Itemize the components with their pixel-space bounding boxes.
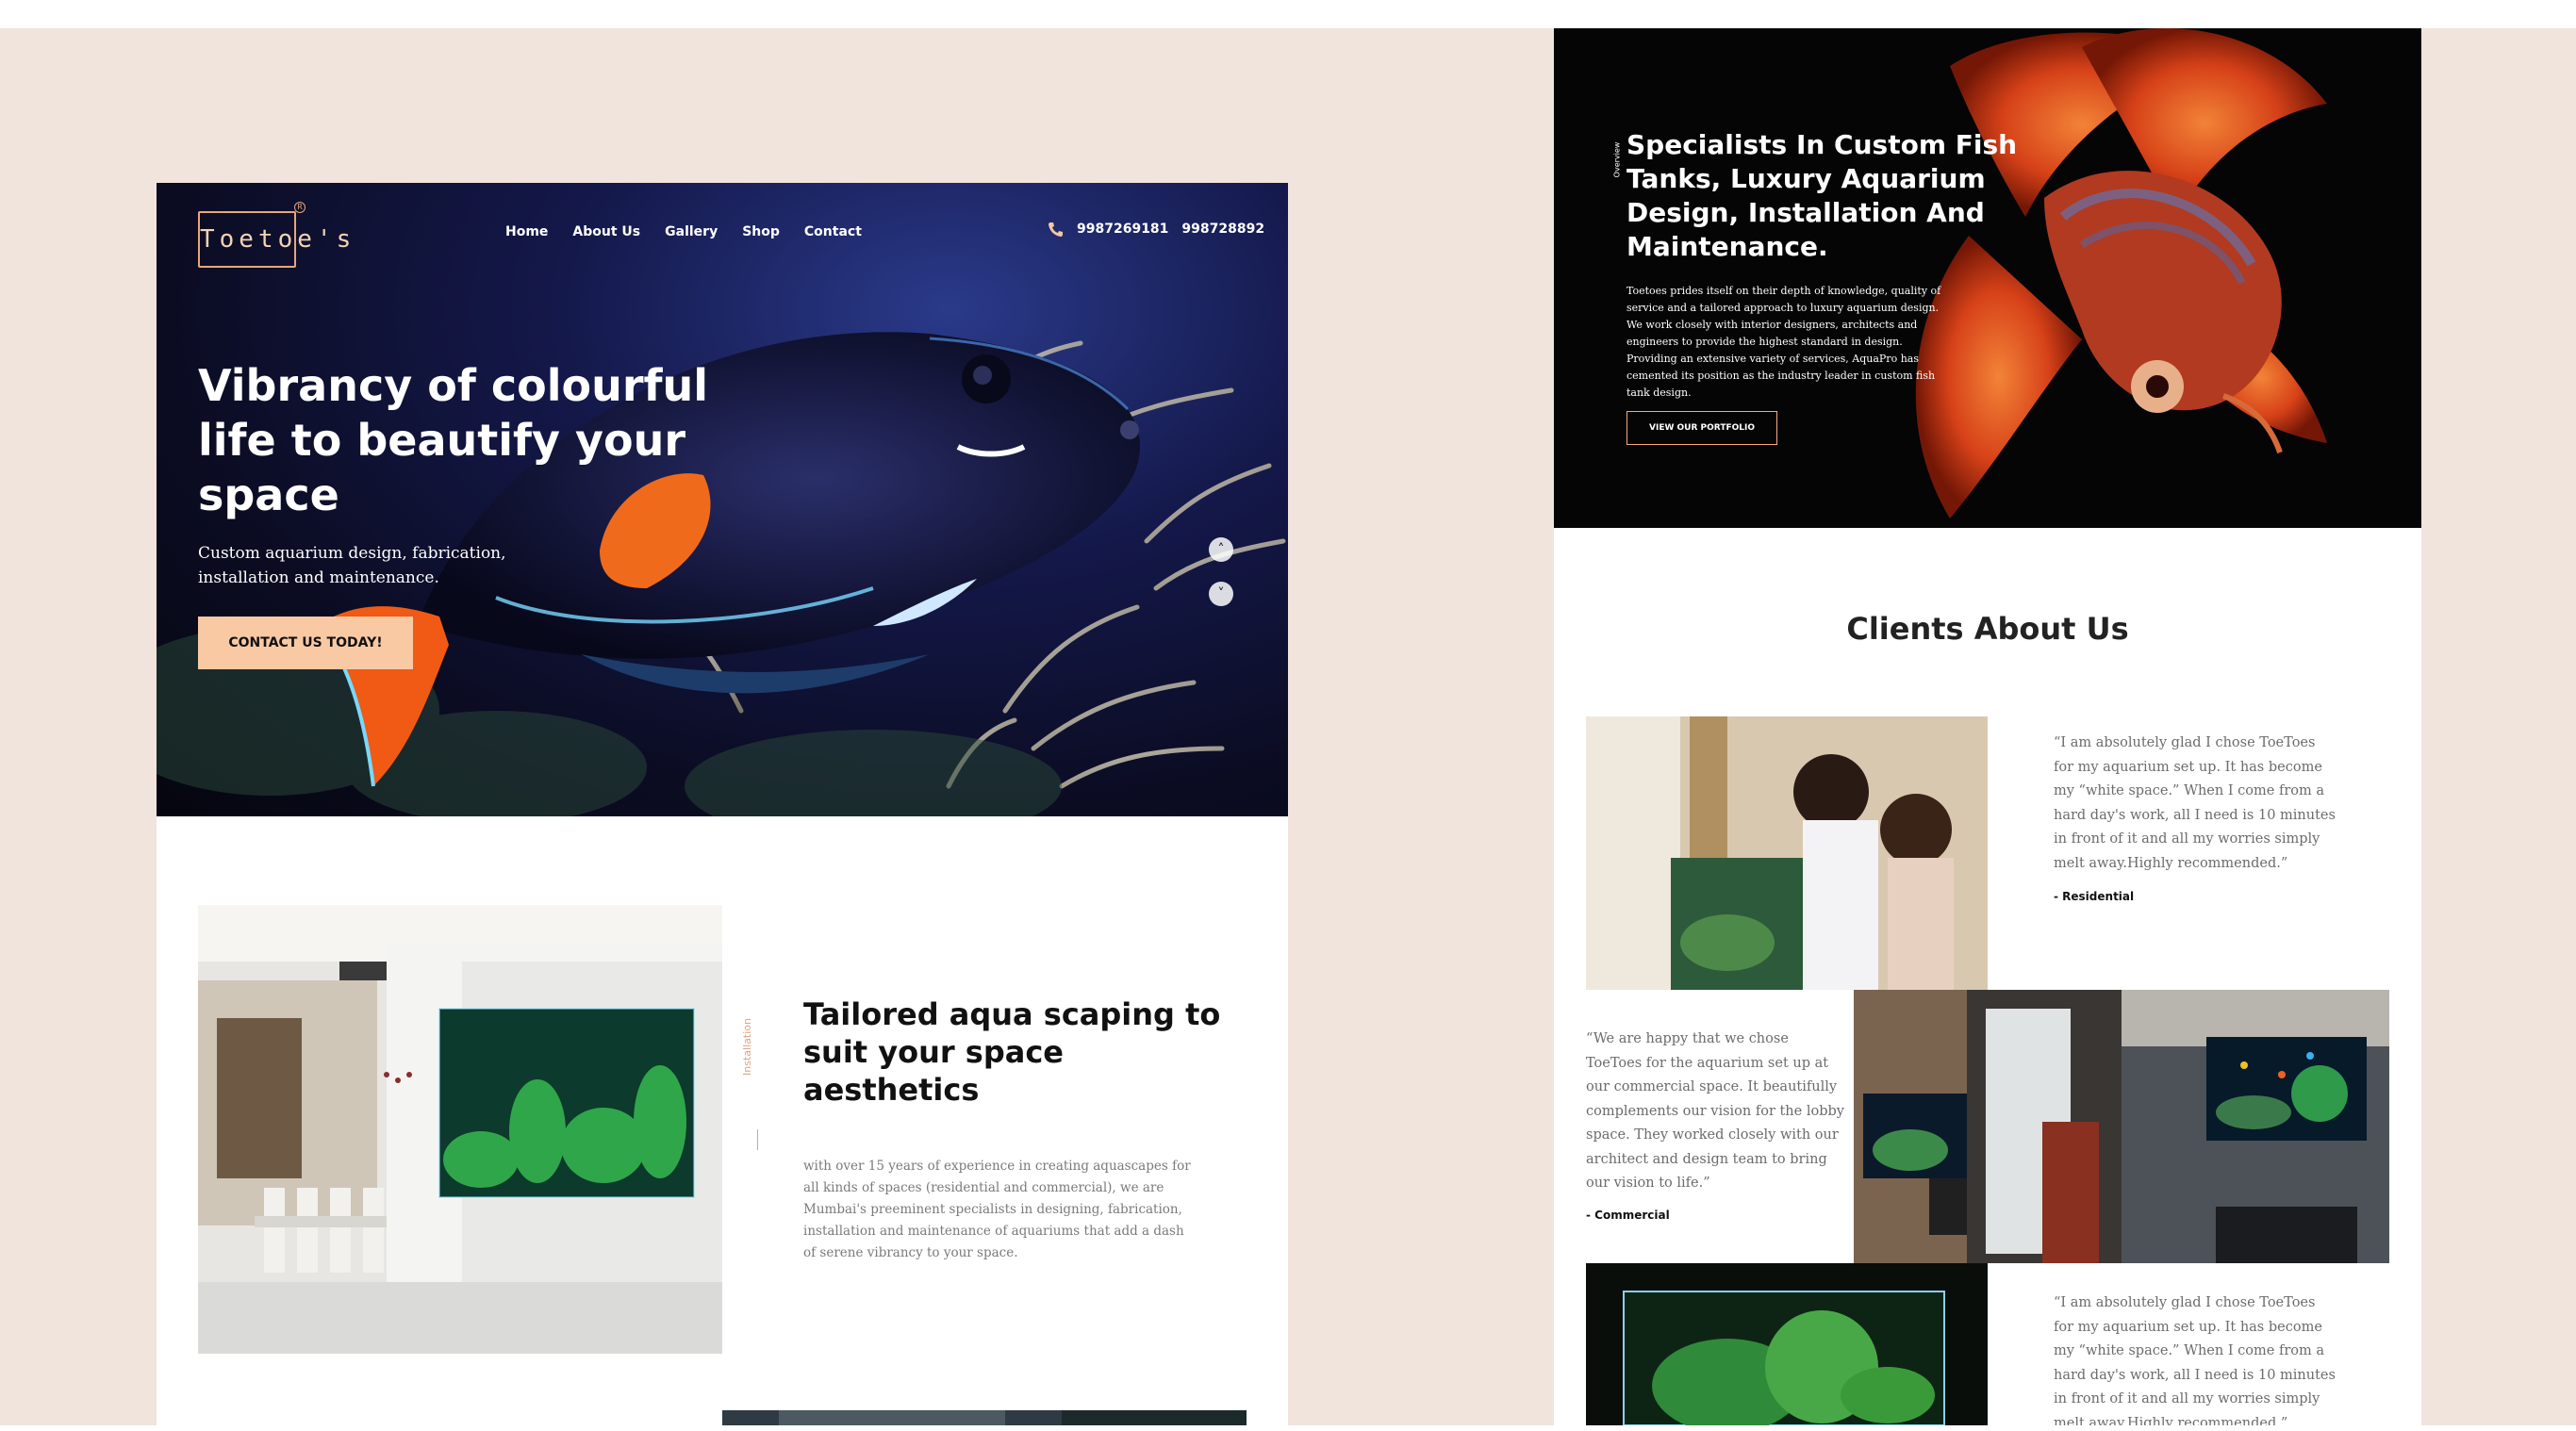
hero-subtitle: Custom aquarium design, fabrication, ins…: [198, 544, 506, 587]
nav-gallery[interactable]: Gallery: [665, 224, 718, 239]
nav-contact[interactable]: Contact: [804, 224, 862, 239]
slide-down-button[interactable]: ˅: [1209, 582, 1233, 606]
testimonial-quote-2: “We are happy that we chose ToeToes for …: [1586, 1031, 1844, 1191]
slide-up-button[interactable]: ˄: [1209, 537, 1233, 562]
about-page-mockup: Overview Specialists In Custom Fish Tank…: [1554, 28, 2421, 1425]
nav-about-us[interactable]: About Us: [572, 224, 640, 239]
registered-mark: R: [294, 202, 305, 213]
commercial-photo-1: [1854, 990, 2122, 1263]
about-hero-section: Overview Specialists In Custom Fish Tank…: [1554, 28, 2421, 528]
phone-number-1[interactable]: 9987269181: [1077, 222, 1168, 237]
testimonial-quote-1: “I am absolutely glad I chose ToeToes fo…: [2054, 735, 2336, 871]
contact-us-button[interactable]: CONTACT US TODAY!: [198, 617, 413, 669]
phone-numbers: 9987269181 998728892: [1047, 221, 1264, 238]
living-room-aquarium-image: [198, 905, 722, 1354]
testimonial-author-2: - Commercial: [1586, 1209, 1670, 1222]
section-title: Tailored aqua scaping to suit your space…: [803, 996, 1221, 1108]
main-nav: Home About Us Gallery Shop Contact: [505, 224, 862, 239]
about-hero-body: Toetoes prides itself on their depth of …: [1627, 285, 1941, 399]
divider-line: [757, 1129, 758, 1150]
next-section-image: [722, 1410, 1247, 1425]
testimonial-quote-3: “I am absolutely glad I chose ToeToes fo…: [2054, 1295, 2336, 1425]
hero-section: Toetoe's R Home About Us Gallery Shop Con…: [157, 183, 1288, 816]
installation-vertical-label: Installation: [741, 1003, 775, 1116]
nav-shop[interactable]: Shop: [742, 224, 780, 239]
aquarium-plants-photo: [1586, 1263, 1988, 1425]
testimonial-author-1: - Residential: [2054, 890, 2135, 903]
nav-home[interactable]: Home: [505, 224, 548, 239]
view-portfolio-button[interactable]: VIEW OUR PORTFOLIO: [1627, 411, 1777, 445]
phone-number-2[interactable]: 998728892: [1181, 222, 1264, 237]
chevron-up-icon: ˄: [1217, 542, 1225, 557]
presentation-canvas: Toetoe's R Home About Us Gallery Shop Con…: [0, 28, 2576, 1425]
residential-photo: [1586, 716, 1988, 990]
phone-icon: [1049, 222, 1063, 237]
homepage-mockup: Toetoe's R Home About Us Gallery Shop Con…: [157, 183, 1288, 1425]
hero-title: Vibrancy of colourful life to beautify y…: [198, 360, 709, 520]
about-hero-title: Specialists In Custom Fish Tanks, Luxury…: [1627, 129, 2018, 262]
clients-about-us-title: Clients About Us: [1846, 611, 2129, 647]
section-body: with over 15 years of experience in crea…: [803, 1159, 1191, 1260]
logo-text: Toetoe's: [200, 225, 356, 254]
side-label-text: Installation: [740, 1018, 753, 1076]
commercial-photo-2: [2122, 990, 2389, 1263]
chevron-down-icon: ˅: [1217, 586, 1225, 601]
betta-fish-image: [1915, 28, 2327, 518]
brand-logo[interactable]: Toetoe's R: [198, 202, 351, 268]
vertical-tab-text: Overview: [1612, 141, 1622, 178]
